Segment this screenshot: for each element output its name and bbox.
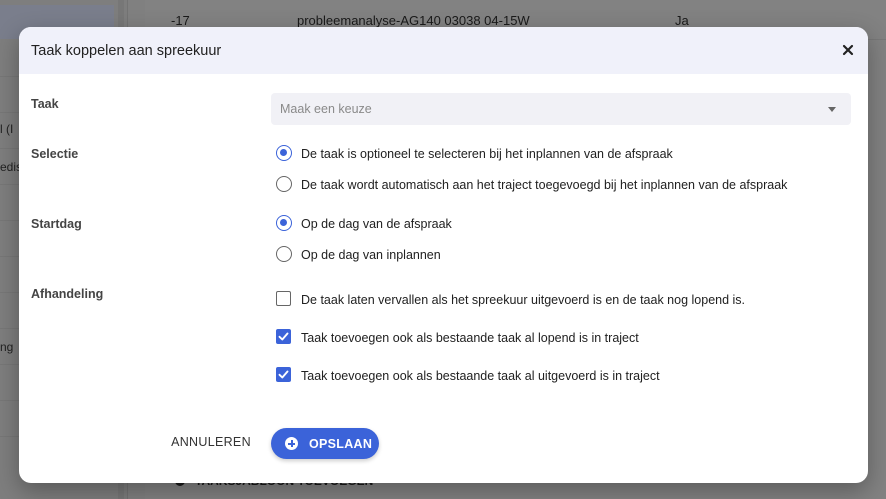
taak-label: Taak xyxy=(31,97,59,111)
add-circle-icon xyxy=(285,437,298,450)
taak-select[interactable]: Maak een keuze xyxy=(271,93,851,125)
selectie-label: Selectie xyxy=(31,147,79,161)
checkbox[interactable] xyxy=(276,291,291,306)
dialog-header: Taak koppelen aan spreekuur xyxy=(19,27,868,74)
background-text-fragment: l (I xyxy=(0,122,14,136)
checkbox-checked[interactable] xyxy=(276,367,291,382)
save-button-label: OPSLAAN xyxy=(309,437,373,451)
startdag-label: Startdag xyxy=(31,217,82,231)
checkmark-icon xyxy=(278,370,289,379)
checkbox-checked[interactable] xyxy=(276,329,291,344)
link-task-dialog: Taak koppelen aan spreekuur Taak Maak ee… xyxy=(19,27,868,483)
radio-button-selected[interactable] xyxy=(276,215,292,231)
background-text-fragment: ng xyxy=(0,340,14,354)
radio-button[interactable] xyxy=(276,176,292,192)
radio-button[interactable] xyxy=(276,246,292,262)
save-button[interactable]: OPSLAAN xyxy=(271,428,379,459)
close-icon[interactable] xyxy=(840,42,856,58)
checkmark-icon xyxy=(278,332,289,341)
afhandeling-label: Afhandeling xyxy=(31,287,104,301)
cancel-button[interactable]: ANNULEREN xyxy=(169,431,253,453)
radio-button-selected[interactable] xyxy=(276,145,292,161)
taak-select-placeholder: Maak een keuze xyxy=(280,102,372,116)
chevron-down-icon xyxy=(828,107,836,112)
dialog-title: Taak koppelen aan spreekuur xyxy=(31,43,222,59)
